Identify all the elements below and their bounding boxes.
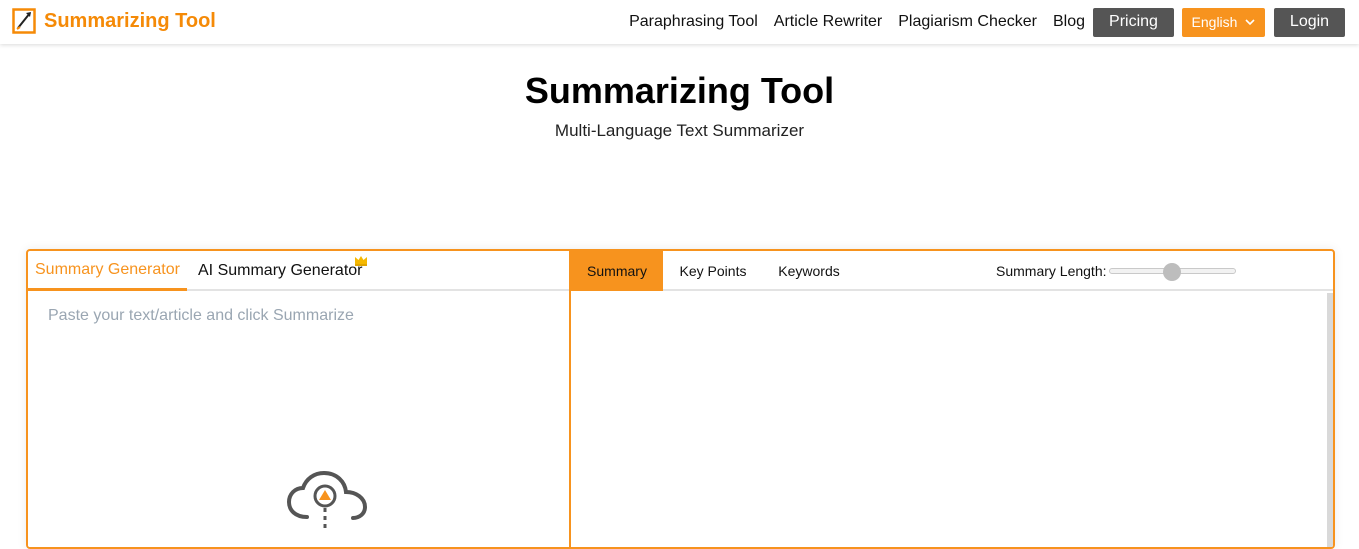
output-tabs: Summary Key Points Keywords Summary Leng… (571, 251, 1333, 291)
login-button[interactable]: Login (1274, 7, 1345, 37)
output-pane: Summary Key Points Keywords Summary Leng… (571, 251, 1333, 547)
nav-plagiarism-checker[interactable]: Plagiarism Checker (898, 13, 1037, 31)
top-navbar: Summarizing Tool Paraphrasing Tool Artic… (0, 0, 1359, 44)
tab-ai-summary-generator[interactable]: AI Summary Generator (198, 251, 367, 291)
summarizer-panel: Summary Generator AI Summary Generator S… (26, 249, 1335, 549)
pricing-label: Pricing (1109, 13, 1158, 30)
login-label: Login (1289, 13, 1330, 30)
tab-keywords[interactable]: Keywords (763, 251, 855, 291)
nav-article-rewriter[interactable]: Article Rewriter (774, 13, 882, 31)
page-title: Summarizing Tool (524, 70, 835, 111)
nav-blog[interactable]: Blog (1053, 13, 1085, 31)
tab-ai-summary-generator-label: AI Summary Generator (198, 262, 363, 279)
tab-key-points[interactable]: Key Points (663, 251, 763, 291)
tab-keywords-label: Keywords (778, 263, 840, 279)
summary-length-control: Summary Length: (996, 251, 1236, 291)
input-tabs: Summary Generator AI Summary Generator (28, 251, 569, 291)
slider-handle[interactable] (1163, 263, 1181, 281)
language-dropdown[interactable]: English (1182, 7, 1265, 37)
page-subtitle: Multi-Language Text Summarizer (554, 121, 805, 140)
summary-length-slider[interactable] (1108, 263, 1236, 281)
tab-summary[interactable]: Summary (571, 251, 663, 291)
summary-length-label: Summary Length: (996, 263, 1107, 279)
main-nav: Paraphrasing Tool Article Rewriter Plagi… (629, 0, 1359, 44)
tab-summary-generator-label: Summary Generator (35, 260, 180, 278)
tab-key-points-label: Key Points (679, 263, 747, 279)
tab-summary-generator[interactable]: Summary Generator (28, 251, 187, 291)
brand-link[interactable]: Summarizing Tool (12, 6, 216, 36)
language-label: English (1191, 14, 1238, 30)
pen-logo-icon (12, 8, 36, 34)
output-scrollbar[interactable] (1327, 293, 1333, 547)
tab-summary-label: Summary (587, 263, 647, 279)
nav-paraphrasing-tool[interactable]: Paraphrasing Tool (629, 13, 758, 31)
chevron-down-icon (1245, 18, 1256, 25)
crown-icon (355, 256, 367, 266)
input-pane: Summary Generator AI Summary Generator (28, 251, 571, 547)
cloud-upload-icon[interactable] (285, 470, 369, 530)
pricing-button[interactable]: Pricing (1093, 7, 1174, 37)
summary-output (571, 293, 1333, 547)
brand-name: Summarizing Tool (44, 9, 216, 32)
